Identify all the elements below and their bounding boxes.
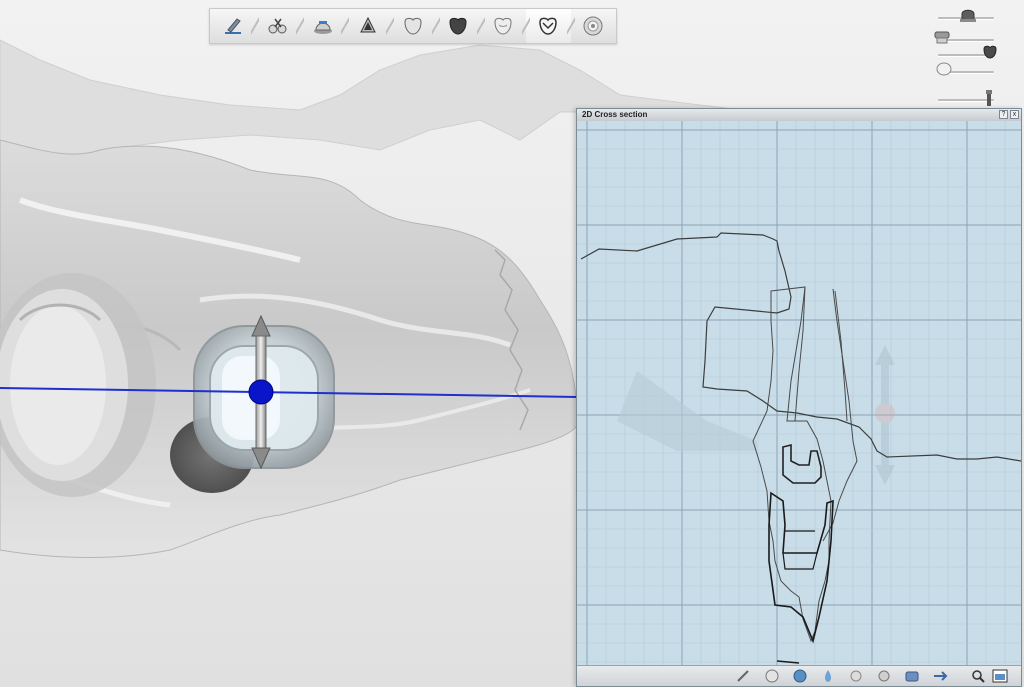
drop-icon [825,670,831,682]
implant-visibility-slider[interactable] [938,90,994,106]
tool-zoom[interactable] [969,668,987,684]
tool-flip[interactable] [931,668,949,684]
tool-abutment[interactable] [903,668,921,684]
connector-step[interactable] [476,9,526,43]
abutment-tool-icon [905,671,919,682]
panel-title: 2D Cross section [582,110,648,119]
tooth-library-icon [404,17,422,35]
tool-smooth[interactable] [763,668,781,684]
smooth-icon [765,669,779,683]
tool-sculpt[interactable] [735,668,753,684]
close-button[interactable]: x [1010,110,1019,119]
anatomy-step[interactable] [431,9,481,43]
tool-layout[interactable] [991,668,1009,684]
gingiva-thumb-icon[interactable] [936,62,952,81]
scan-icon [224,18,241,34]
milling-step[interactable] [566,9,616,43]
antagonist-thumb-icon[interactable] [982,45,998,64]
model-tools-icon [268,18,287,34]
abutment-thumb-icon[interactable] [960,8,976,27]
freeform-tooth-icon [539,17,558,35]
abutment-step[interactable] [296,9,345,43]
layout-icon [992,669,1008,683]
crown-bottom-icon [360,16,376,33]
tooth-outline-icon [494,17,512,35]
abutment-visibility-slider[interactable] [938,9,994,24]
freeform-step[interactable] [521,9,571,43]
model-step[interactable] [251,9,300,43]
panel-toolbar [577,665,1021,686]
morph-icon [793,669,807,683]
shape-icon [878,670,890,682]
minus-icon [850,670,862,682]
crown-bottoms-step[interactable] [341,9,390,43]
abutment-icon [313,21,332,34]
tooth-library-step[interactable] [386,9,435,43]
tool-add[interactable] [819,668,837,684]
flip-icon [934,671,948,681]
tool-morph[interactable] [791,668,809,684]
model-thumb-icon[interactable] [934,30,950,49]
gingiva-visibility-slider[interactable] [936,62,994,78]
disc-icon [583,16,603,36]
scan-step[interactable] [210,9,255,43]
sculpt-icon [737,670,749,682]
workflow-toolbar [209,8,617,44]
tool-shape[interactable] [875,668,893,684]
help-button[interactable]: ? [999,110,1008,119]
magnifier-icon [972,670,985,683]
cross-section-panel[interactable]: 2D Cross section ? x [576,108,1022,687]
antagonist-visibility-slider[interactable] [938,45,997,61]
tool-remove[interactable] [847,668,865,684]
anatomy-tooth-icon [449,17,467,35]
cross-section-canvas[interactable] [577,121,1021,667]
